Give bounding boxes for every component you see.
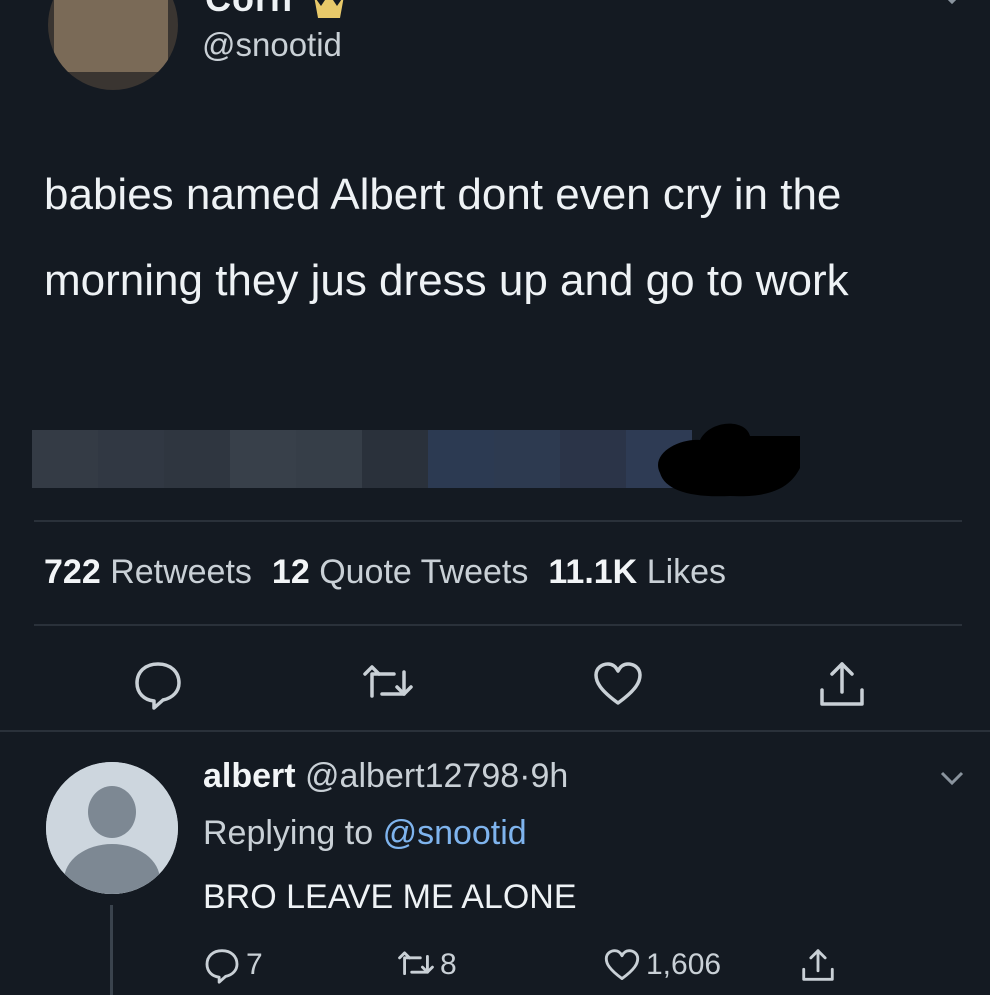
mention-link[interactable]: @snootid: [383, 814, 527, 852]
reply-count: 7: [246, 948, 263, 981]
reply-icon: [205, 949, 239, 984]
redaction-scribble: [650, 418, 802, 498]
quotes-label: Quote Tweets: [319, 553, 529, 591]
reply-icon[interactable]: [130, 656, 186, 712]
reply-handle[interactable]: @albert12798: [305, 757, 519, 795]
chevron-down-icon[interactable]: [938, 0, 966, 10]
quotes-count: 12: [271, 553, 310, 591]
divider: [34, 520, 962, 522]
display-name[interactable]: Corn: [205, 0, 293, 20]
thread-line: [110, 905, 113, 995]
likes-count: 11.1K: [548, 553, 638, 591]
reply-header: albert @albert12798·9h: [203, 757, 568, 796]
divider: [34, 624, 962, 626]
retweets-stat[interactable]: 722 Retweets: [44, 553, 252, 591]
share-icon: [802, 949, 834, 981]
likes-stat[interactable]: 11.1K Likes: [548, 553, 726, 591]
chevron-down-icon[interactable]: [938, 767, 966, 791]
like-icon[interactable]: [590, 656, 646, 712]
reply-reply-button[interactable]: 7: [202, 945, 263, 985]
reply-display-name[interactable]: albert: [203, 757, 296, 795]
reply-share-button[interactable]: [798, 945, 838, 985]
retweet-icon: [398, 951, 434, 975]
retweets-label: Retweets: [110, 553, 252, 591]
reply-like-button[interactable]: 1,606: [602, 945, 721, 985]
avatar[interactable]: [46, 762, 178, 894]
retweet-count: 8: [440, 948, 457, 981]
reply-text: BRO LEAVE ME ALONE: [203, 878, 577, 916]
quotes-stat[interactable]: 12 Quote Tweets: [272, 553, 528, 591]
separator: ·: [519, 757, 531, 795]
section-divider: [0, 730, 990, 732]
tweet-text: babies named Albert dont even cry in the…: [44, 170, 849, 305]
replying-to: Replying to @snootid: [203, 814, 527, 853]
redacted-timestamp: [32, 430, 692, 488]
retweets-count: 722: [44, 553, 101, 591]
retweet-icon[interactable]: [360, 656, 416, 712]
reply-retweet-button[interactable]: 8: [396, 945, 457, 985]
likes-label: Likes: [646, 553, 727, 591]
handle[interactable]: @snootid: [202, 26, 342, 64]
share-icon[interactable]: [814, 656, 870, 712]
like-icon: [604, 949, 640, 980]
avatar[interactable]: [48, 0, 178, 90]
like-count: 1,606: [646, 948, 722, 981]
crown-emoji-icon: [312, 0, 346, 20]
reply-time[interactable]: 9h: [531, 757, 569, 795]
tweet-stats: 722 Retweets 12 Quote Tweets 11.1K Likes: [44, 553, 726, 592]
avatar-redaction: [54, 0, 168, 72]
replying-to-label: Replying to: [203, 814, 374, 852]
